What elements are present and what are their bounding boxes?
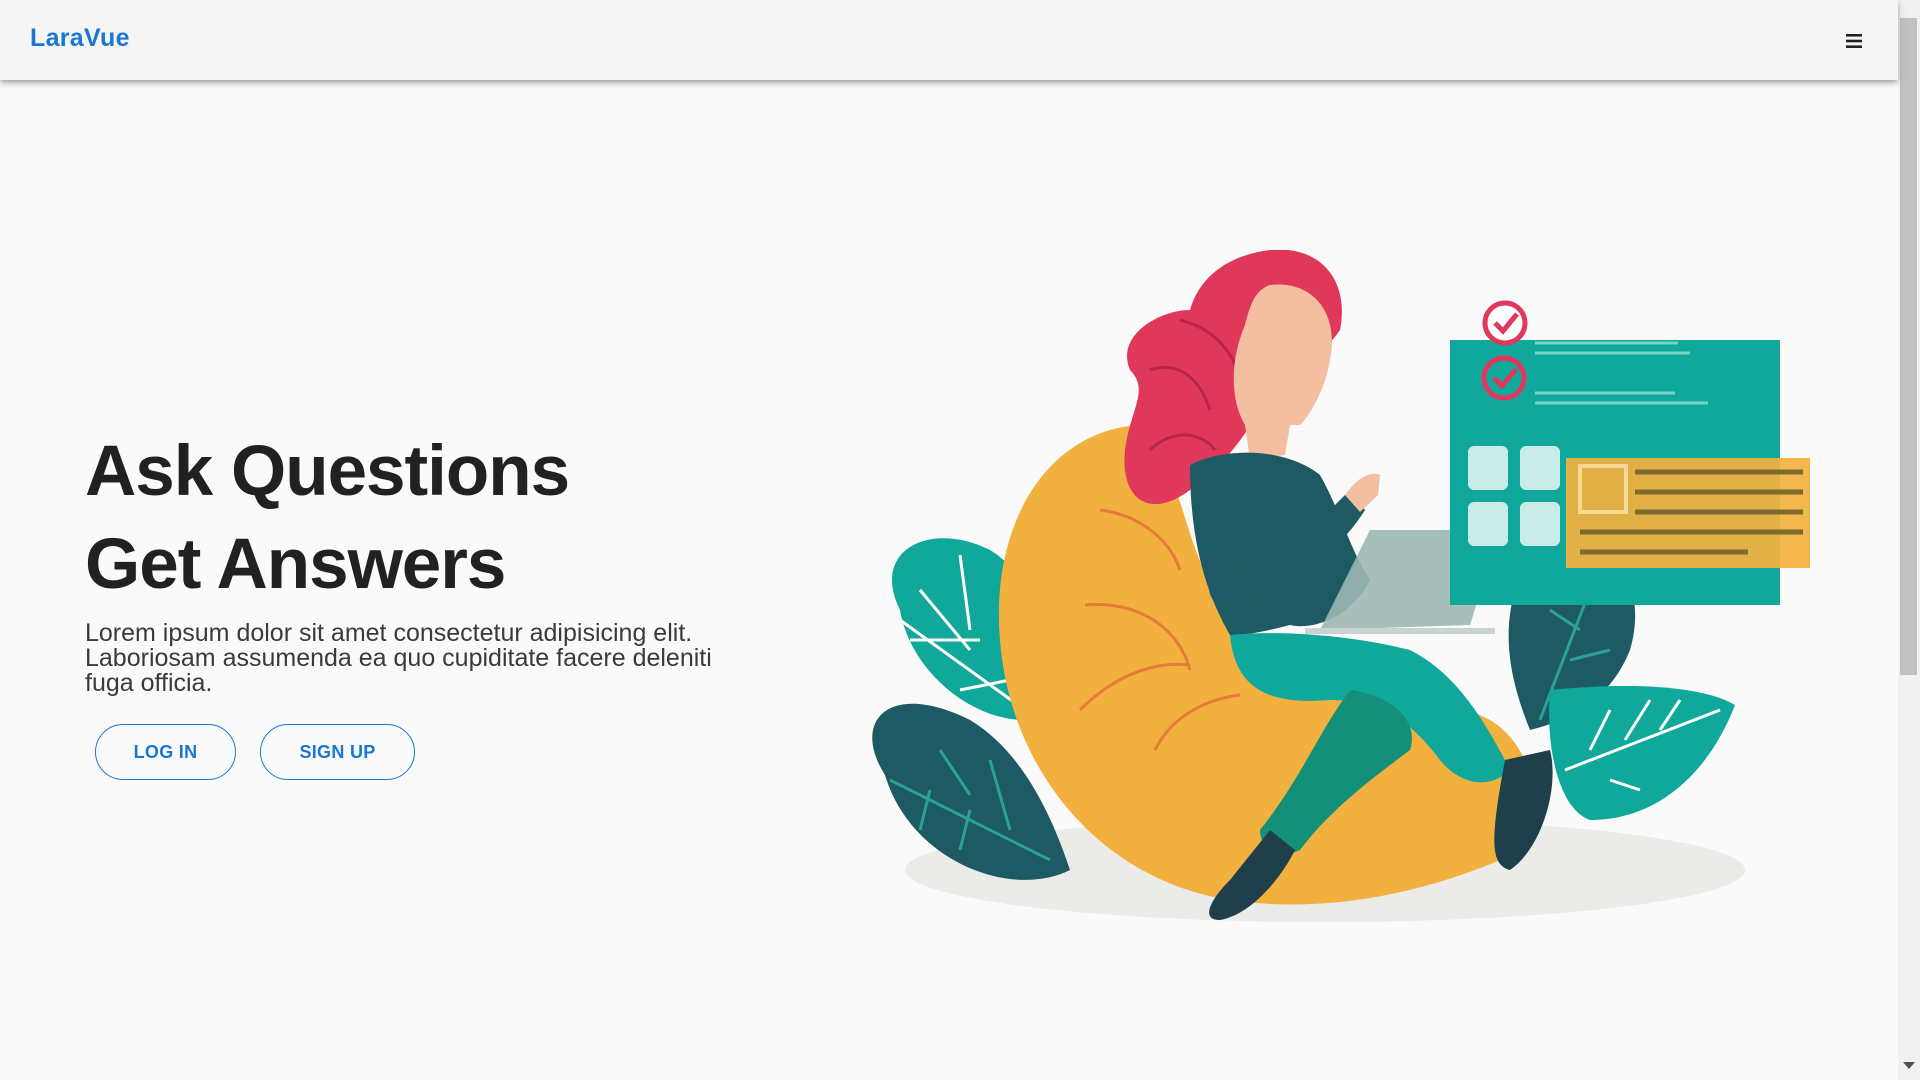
check-icon-1 (1482, 300, 1528, 346)
scroll-down-arrow-icon[interactable] (1903, 1062, 1915, 1069)
signup-button[interactable]: SIGN UP (260, 724, 415, 780)
login-button[interactable]: LOG IN (95, 724, 236, 780)
hero-description: Lorem ipsum dolor sit amet consectetur a… (85, 619, 712, 697)
leaf-teal-right (1549, 685, 1735, 820)
hero-heading-line-1: Ask Questions (85, 432, 570, 511)
check-icon-2 (1481, 355, 1527, 401)
app-bar: LaraVue (0, 0, 1898, 80)
hero-heading-line-2: Get Answers (85, 525, 506, 604)
menu-button[interactable] (1835, 22, 1873, 60)
menu-icon (1846, 34, 1862, 48)
scrollbar-thumb[interactable] (1900, 18, 1917, 675)
hero-actions: LOG IN SIGN UP (85, 724, 785, 780)
hero-illustration (872, 250, 1810, 922)
brand-title[interactable]: LaraVue (30, 24, 130, 53)
page-scrollbar[interactable] (1898, 0, 1920, 1080)
hero-section: Ask Questions Get Answers Lorem ipsum do… (85, 425, 785, 780)
laptop-base (1305, 628, 1495, 634)
info-card (1566, 458, 1810, 568)
